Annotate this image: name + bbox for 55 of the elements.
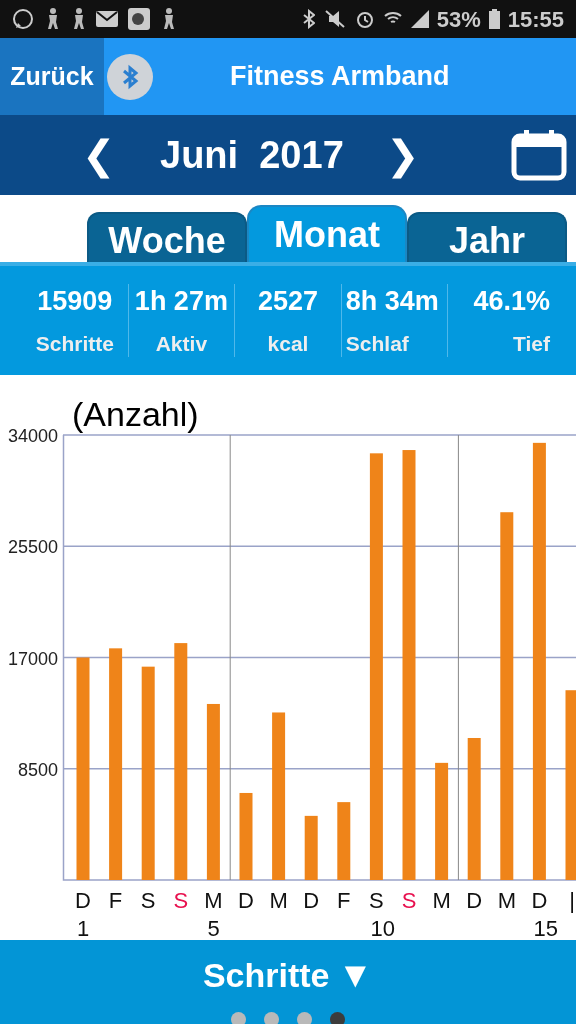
back-button[interactable]: Zurück <box>0 38 104 115</box>
stat-value: 15909 <box>37 287 113 315</box>
bluetooth-icon[interactable] <box>106 52 154 101</box>
day-letter: M <box>269 888 288 913</box>
app-title: Fitness Armband <box>230 60 450 94</box>
next-month-button[interactable]: ❯ <box>386 125 420 185</box>
mail-icon <box>96 11 118 27</box>
day-letter: S <box>369 888 384 913</box>
day-letter: | <box>569 888 575 913</box>
chat-icon <box>12 8 34 30</box>
alarm-icon <box>354 9 375 29</box>
calendar-icon[interactable] <box>511 129 567 181</box>
period-tab[interactable]: Woche <box>87 212 247 262</box>
stat-value: 2527 <box>257 287 318 315</box>
stat-label: Schritte <box>35 332 114 354</box>
signal-icon <box>410 10 429 28</box>
day-letter: M <box>432 888 451 913</box>
stat-label: Schlaf <box>345 332 409 354</box>
day-number: 5 <box>207 916 220 940</box>
month-label: Juni 2017 <box>160 132 344 178</box>
day-number: 15 <box>533 916 558 940</box>
stat-value: 46.1% <box>473 287 550 315</box>
stat-value: 1h 27m <box>134 287 228 315</box>
unit-label: (Anzahl) <box>72 394 199 435</box>
battery-icon <box>488 9 500 29</box>
day-letter: M <box>497 888 516 913</box>
bar <box>304 815 318 880</box>
previous-month-button[interactable]: ❮ <box>82 125 116 185</box>
stat-label: Aktiv <box>155 332 208 354</box>
day-letter: S <box>140 888 156 913</box>
day-letter: M <box>204 888 223 913</box>
bluetooth-icon <box>302 9 315 29</box>
day-letter: D <box>238 888 254 913</box>
day-letter: D <box>531 888 548 913</box>
day-number: 1 <box>77 916 90 940</box>
metric-selector[interactable]: Schritte ▼ <box>202 948 374 1002</box>
day-letter: S <box>401 888 417 913</box>
day-number: 10 <box>370 916 395 940</box>
day-letter: F <box>108 888 123 913</box>
stat-label: Tief <box>513 332 550 354</box>
day-letter: F <box>337 888 351 913</box>
stat-value: 8h 34m <box>345 287 439 315</box>
battery-percent: 53% <box>436 5 481 34</box>
y-tick-label: 25500 <box>7 537 58 558</box>
stat-label: kcal <box>267 332 309 354</box>
y-tick-label: 34000 <box>7 426 58 446</box>
y-tick-label: 17000 <box>7 648 58 669</box>
app-icon <box>128 8 150 30</box>
period-tab[interactable]: Jahr <box>407 212 567 262</box>
day-letter: S <box>173 888 189 913</box>
day-letter: D <box>75 888 91 913</box>
day-letter: D <box>303 888 320 913</box>
day-letter: D <box>466 888 483 913</box>
y-tick-label: 8500 <box>17 759 58 780</box>
clock: 15:55 <box>507 5 564 34</box>
